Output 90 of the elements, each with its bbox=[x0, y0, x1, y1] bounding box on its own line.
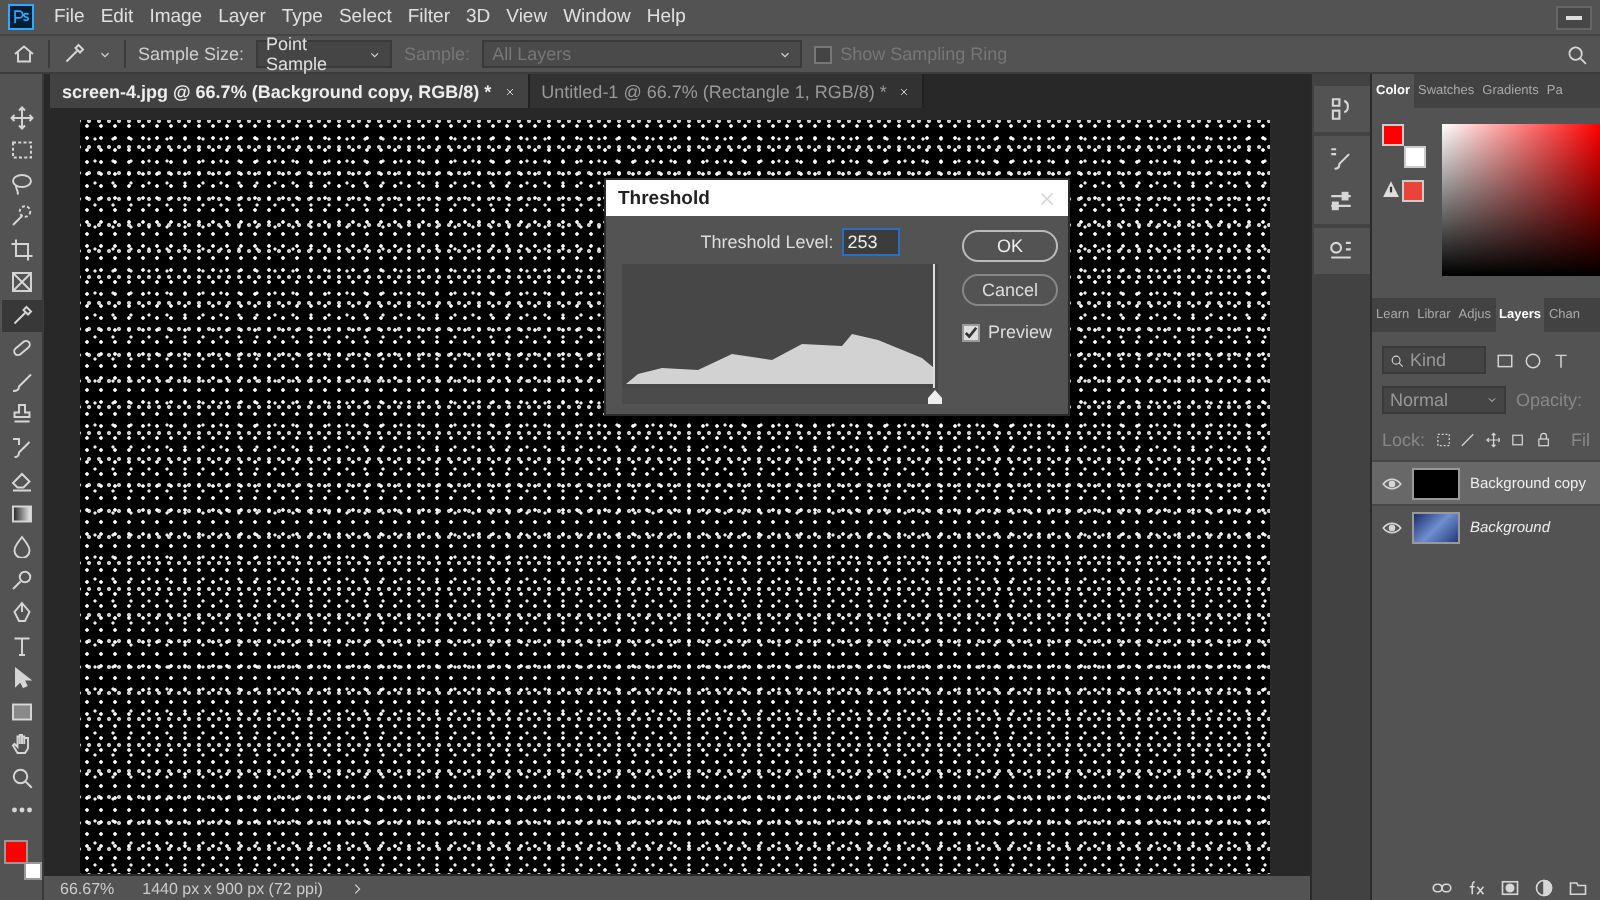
menu-item[interactable]: Window bbox=[555, 6, 639, 28]
lock-pixels-icon bbox=[1435, 432, 1451, 448]
adjustment-layer-icon bbox=[1534, 878, 1554, 898]
adjustment-filter-icon bbox=[1524, 351, 1542, 369]
folder-icon bbox=[1568, 878, 1588, 898]
gradient-icon bbox=[9, 501, 33, 526]
caret-icon bbox=[778, 47, 793, 61]
search-icon bbox=[1566, 43, 1588, 65]
slider-thumb[interactable] bbox=[928, 390, 943, 404]
properties-icon bbox=[1328, 238, 1354, 264]
close-icon bbox=[1038, 189, 1056, 207]
dialog-title: Threshold bbox=[618, 187, 710, 209]
eyedropper-icon bbox=[9, 303, 33, 328]
background-color-swatch[interactable] bbox=[23, 862, 41, 880]
pen-icon bbox=[9, 600, 33, 625]
menu-item[interactable]: 3D bbox=[458, 6, 499, 28]
eyedropper-icon bbox=[62, 42, 86, 66]
menu-item[interactable]: Layer bbox=[210, 6, 274, 28]
menu-item[interactable]: Image bbox=[141, 6, 211, 28]
artboard-icon bbox=[1510, 432, 1526, 448]
brush-icon bbox=[1460, 432, 1476, 448]
search-icon bbox=[1390, 353, 1404, 367]
eyedropper-tool[interactable] bbox=[1, 300, 41, 331]
quick-select-icon bbox=[9, 204, 33, 229]
eye-icon bbox=[1382, 473, 1402, 493]
threshold-level-label: Threshold Level: bbox=[700, 232, 834, 252]
close-icon bbox=[503, 85, 516, 97]
document-tab[interactable]: Untitled-1 @ 66.7% (Rectangle 1, RGB/8) * bbox=[529, 74, 925, 108]
foreground-color-swatch[interactable] bbox=[3, 840, 27, 864]
menu-item[interactable]: Filter bbox=[399, 6, 458, 28]
app-logo-icon bbox=[8, 4, 34, 30]
minimize-icon bbox=[1566, 15, 1582, 19]
cancel-button[interactable]: Cancel bbox=[962, 274, 1058, 306]
eraser-icon bbox=[9, 468, 33, 493]
preview-label: Preview bbox=[988, 322, 1053, 342]
history-brush-icon bbox=[9, 435, 33, 460]
blur-icon bbox=[9, 534, 33, 559]
threshold-slider[interactable] bbox=[622, 388, 938, 404]
zoom-level[interactable]: 66.67% bbox=[60, 879, 115, 897]
move-icon bbox=[1485, 432, 1501, 448]
caret-icon bbox=[98, 47, 112, 61]
sliders-icon bbox=[1328, 188, 1354, 214]
lasso-icon bbox=[9, 171, 33, 196]
threshold-level-field[interactable]: 253 bbox=[841, 228, 900, 256]
caret-icon bbox=[1486, 394, 1498, 406]
hand-icon bbox=[9, 732, 33, 757]
minimize-button[interactable] bbox=[1556, 5, 1592, 29]
type-icon bbox=[9, 633, 33, 658]
preview-checkbox[interactable] bbox=[962, 323, 980, 341]
type-filter-icon bbox=[1552, 351, 1570, 369]
warning-icon bbox=[1382, 180, 1400, 198]
caret-icon bbox=[368, 47, 383, 61]
menu-item[interactable]: File bbox=[46, 6, 93, 28]
mask-icon bbox=[1500, 878, 1520, 898]
gamut-color-swatch[interactable] bbox=[1402, 180, 1424, 202]
menu-item[interactable]: Select bbox=[330, 6, 400, 28]
rectangle-icon bbox=[9, 699, 33, 724]
foreground-color-swatch[interactable] bbox=[1382, 124, 1404, 146]
menu-item[interactable]: Type bbox=[273, 6, 331, 28]
menu-item[interactable]: Edit bbox=[92, 6, 142, 28]
brush-icon bbox=[9, 369, 33, 394]
marquee-icon bbox=[9, 138, 33, 163]
document-tab[interactable]: screen-4.jpg @ 66.7% (Background copy, RGB/8) * bbox=[50, 74, 530, 108]
crop-icon bbox=[9, 237, 33, 262]
healing-icon bbox=[9, 336, 33, 361]
color-picker-field[interactable] bbox=[1442, 124, 1600, 276]
document-dimensions: 1440 px x 900 px (72 ppi) bbox=[142, 879, 323, 897]
menu-item[interactable]: Help bbox=[638, 6, 694, 28]
lock-icon bbox=[1535, 432, 1551, 448]
chevron-icon bbox=[350, 881, 365, 895]
dodge-icon bbox=[9, 567, 33, 592]
blend-mode-dropdown[interactable]: Normal bbox=[1382, 386, 1506, 414]
sample-size-label: Sample Size: bbox=[138, 44, 245, 64]
zoom-icon bbox=[9, 765, 33, 790]
layer-filter-dropdown[interactable]: Kind bbox=[1382, 346, 1486, 374]
stamp-icon bbox=[9, 402, 33, 427]
fx-icon bbox=[1466, 878, 1486, 898]
background-color-swatch[interactable] bbox=[1404, 146, 1426, 168]
history-icon bbox=[1328, 96, 1354, 122]
home-icon bbox=[12, 42, 36, 66]
path-select-icon bbox=[9, 666, 33, 691]
move-icon bbox=[9, 105, 33, 130]
brush-settings-icon bbox=[1328, 146, 1354, 172]
ok-button[interactable]: OK bbox=[962, 230, 1058, 262]
link-icon bbox=[1432, 878, 1452, 898]
menu-item[interactable]: View bbox=[498, 6, 556, 28]
close-icon bbox=[898, 85, 911, 97]
image-filter-icon bbox=[1496, 351, 1514, 369]
frame-icon bbox=[9, 270, 33, 295]
eye-icon bbox=[1382, 517, 1402, 537]
